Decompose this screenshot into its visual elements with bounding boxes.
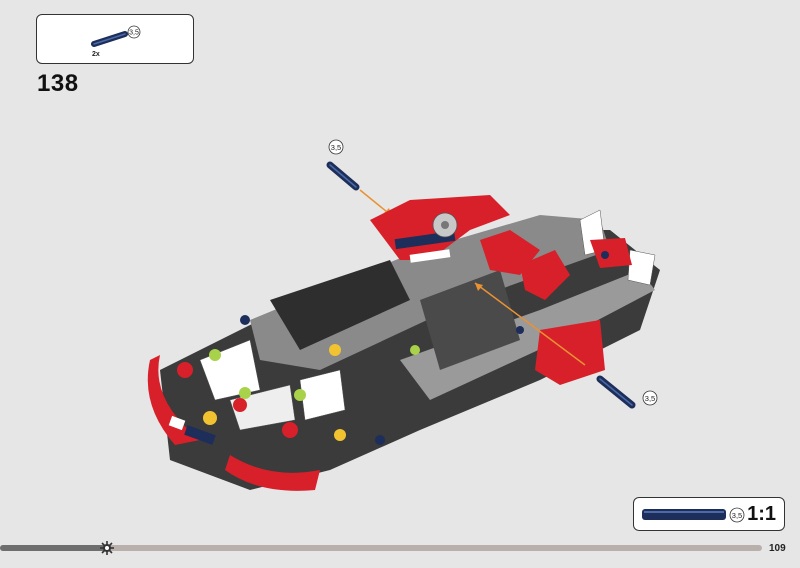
progress-fill [0,545,107,551]
scale-ratio: 1:1 [747,503,776,525]
model-illustration: 3,5 3,5 [147,139,660,491]
progress-bar [0,541,762,555]
pin-bottom-icon [596,375,636,409]
chassis [147,195,660,491]
pin-top-icon [326,161,360,191]
page-number: 109 [769,543,786,554]
pin-top-length: 3,5 [331,143,341,152]
scale-callout: 3,5 1:1 [633,497,785,531]
gear-icon [99,541,114,555]
pin-bottom-length: 3,5 [645,394,655,403]
scale-length: 3,5 [732,511,742,520]
scale-pin-icon [642,509,726,520]
